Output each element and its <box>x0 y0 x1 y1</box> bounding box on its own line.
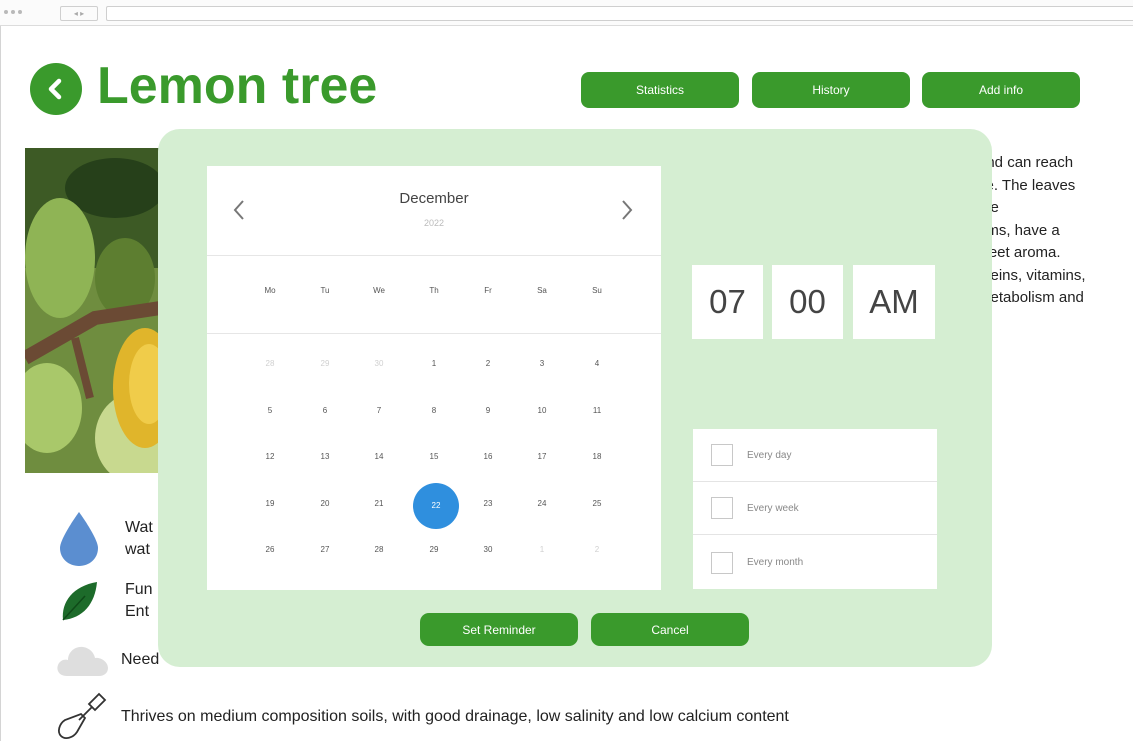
repeat-options: Every day Every week Every month <box>693 429 937 589</box>
weekday-label: Su <box>592 286 602 295</box>
calendar-day[interactable]: 25 <box>577 494 617 514</box>
window-controls[interactable] <box>4 10 22 14</box>
calendar-header: December 2022 <box>207 166 661 256</box>
period-picker[interactable]: AM <box>853 265 935 339</box>
browser-toolbar: ◂ ▸ <box>0 0 1133 26</box>
weekday-label: Mo <box>264 286 276 295</box>
plant-photo <box>25 148 160 473</box>
calendar-day[interactable]: 12 <box>250 447 290 467</box>
every-week-label: Every week <box>747 502 799 514</box>
calendar-day[interactable]: 1 <box>414 354 454 374</box>
calendar-day[interactable]: 27 <box>305 540 345 560</box>
calendar-day[interactable]: 30 <box>359 354 399 374</box>
every-month-label: Every month <box>747 557 804 568</box>
care-climate-text: Need <box>121 651 160 668</box>
every-month-checkbox[interactable] <box>711 551 733 574</box>
leaf-icon <box>62 582 97 621</box>
calendar-day[interactable]: 5 <box>250 401 290 421</box>
address-bar[interactable] <box>106 6 1133 21</box>
calendar-day[interactable]: 16 <box>468 447 508 467</box>
calendar-day[interactable]: 30 <box>468 540 508 560</box>
calendar-day[interactable]: 24 <box>522 494 562 514</box>
calendar-day[interactable]: 6 <box>305 401 345 421</box>
care-soil: Thrives on medium composition soils, wit… <box>55 690 789 741</box>
repeat-every-month[interactable]: Every month <box>693 536 937 589</box>
cloud-icon <box>57 646 108 676</box>
calendar-day[interactable]: 8 <box>414 401 454 421</box>
reminder-modal: December 2022 Mo Tu We Th Fr Sa Su 28 29… <box>158 129 992 667</box>
description-line: metabolism and <box>978 289 1084 306</box>
calendar-day[interactable]: 28 <box>359 540 399 560</box>
calendar-grid: 28 29 30 1 2 3 4 5 6 7 8 9 10 11 12 13 1… <box>207 334 661 590</box>
calendar-day[interactable]: 4 <box>577 354 617 374</box>
calendar-day[interactable]: 13 <box>305 447 345 467</box>
set-reminder-button[interactable]: Set Reminder <box>420 613 578 646</box>
care-soil-text: Thrives on medium composition soils, wit… <box>121 708 789 725</box>
calendar-day[interactable]: 3 <box>522 354 562 374</box>
statistics-button[interactable]: Statistics <box>581 72 739 108</box>
calendar-day[interactable]: 29 <box>414 540 454 560</box>
calendar-day[interactable]: 7 <box>359 401 399 421</box>
every-day-checkbox[interactable] <box>711 444 733 466</box>
next-month-button[interactable] <box>615 196 639 224</box>
calendar-day[interactable]: 20 <box>305 494 345 514</box>
repeat-every-week[interactable]: Every week <box>693 482 937 535</box>
calendar-day[interactable]: 26 <box>250 540 290 560</box>
calendar-year: 2022 <box>423 218 445 228</box>
calendar-day[interactable]: 14 <box>359 447 399 467</box>
repeat-every-day[interactable]: Every day <box>693 429 937 482</box>
care-climate: Need <box>55 640 159 680</box>
calendar-day[interactable]: 28 <box>250 354 290 374</box>
water-drop-icon <box>60 512 98 566</box>
weekday-label: We <box>373 286 385 295</box>
care-water-text: wat <box>125 541 150 558</box>
description-line: and can reach <box>978 154 1074 171</box>
plant-description: and can reach ce. The leaves the oms, ha… <box>978 152 1133 310</box>
every-week-checkbox[interactable] <box>711 497 733 519</box>
calendar-day[interactable]: 17 <box>522 447 562 467</box>
minute-picker[interactable]: 00 <box>772 265 843 339</box>
calendar-day[interactable]: 2 <box>468 354 508 374</box>
history-button[interactable]: History <box>752 72 910 108</box>
calendar-day[interactable]: 1 <box>522 540 562 560</box>
back-button[interactable] <box>30 63 82 115</box>
page-title: Lemon tree <box>97 57 378 115</box>
care-fungi-text: Fun <box>125 581 153 598</box>
description-line: oms, have a <box>978 221 1060 239</box>
every-day-label: Every day <box>747 449 792 461</box>
weekday-label: Th <box>429 286 439 295</box>
calendar-day[interactable]: 11 <box>577 401 617 421</box>
calendar-day[interactable]: 10 <box>522 401 562 421</box>
description-line: ce. The leaves <box>978 176 1076 194</box>
calendar-day[interactable]: 29 <box>305 354 345 374</box>
calendar-day[interactable]: 19 <box>250 494 290 514</box>
hour-picker[interactable]: 07 <box>692 265 763 339</box>
chevron-right-icon <box>622 200 633 220</box>
weekday-label: Fr <box>484 286 492 295</box>
care-fungi-text: Ent <box>125 603 150 620</box>
weekday-label: Tu <box>320 286 330 295</box>
calendar-day[interactable]: 21 <box>359 494 399 514</box>
care-water-text: Wat <box>125 519 153 536</box>
calendar-month: December <box>399 190 469 207</box>
description-line: weet aroma. <box>978 244 1061 261</box>
description-line: the <box>978 197 1133 220</box>
calendar-day-selected[interactable]: 22 <box>416 496 456 516</box>
add-info-button[interactable]: Add info <box>922 72 1080 108</box>
browser-nav-buttons[interactable]: ◂ ▸ <box>60 6 98 21</box>
care-water: Wat wat <box>55 510 153 568</box>
calendar-day[interactable]: 2 <box>577 540 617 560</box>
weekday-row: Mo Tu We Th Fr Sa Su <box>207 256 661 334</box>
chevron-left-icon <box>48 78 62 100</box>
weekday-label: Sa <box>537 286 547 295</box>
calendar-day[interactable]: 23 <box>468 494 508 514</box>
care-fungi: Fun Ent <box>55 578 153 624</box>
description-line: oteins, vitamins, <box>978 266 1086 284</box>
calendar-day[interactable]: 15 <box>414 447 454 467</box>
cancel-button[interactable]: Cancel <box>591 613 749 646</box>
calendar-day[interactable]: 9 <box>468 401 508 421</box>
shovel-icon <box>58 692 107 739</box>
calendar-day[interactable]: 18 <box>577 447 617 467</box>
